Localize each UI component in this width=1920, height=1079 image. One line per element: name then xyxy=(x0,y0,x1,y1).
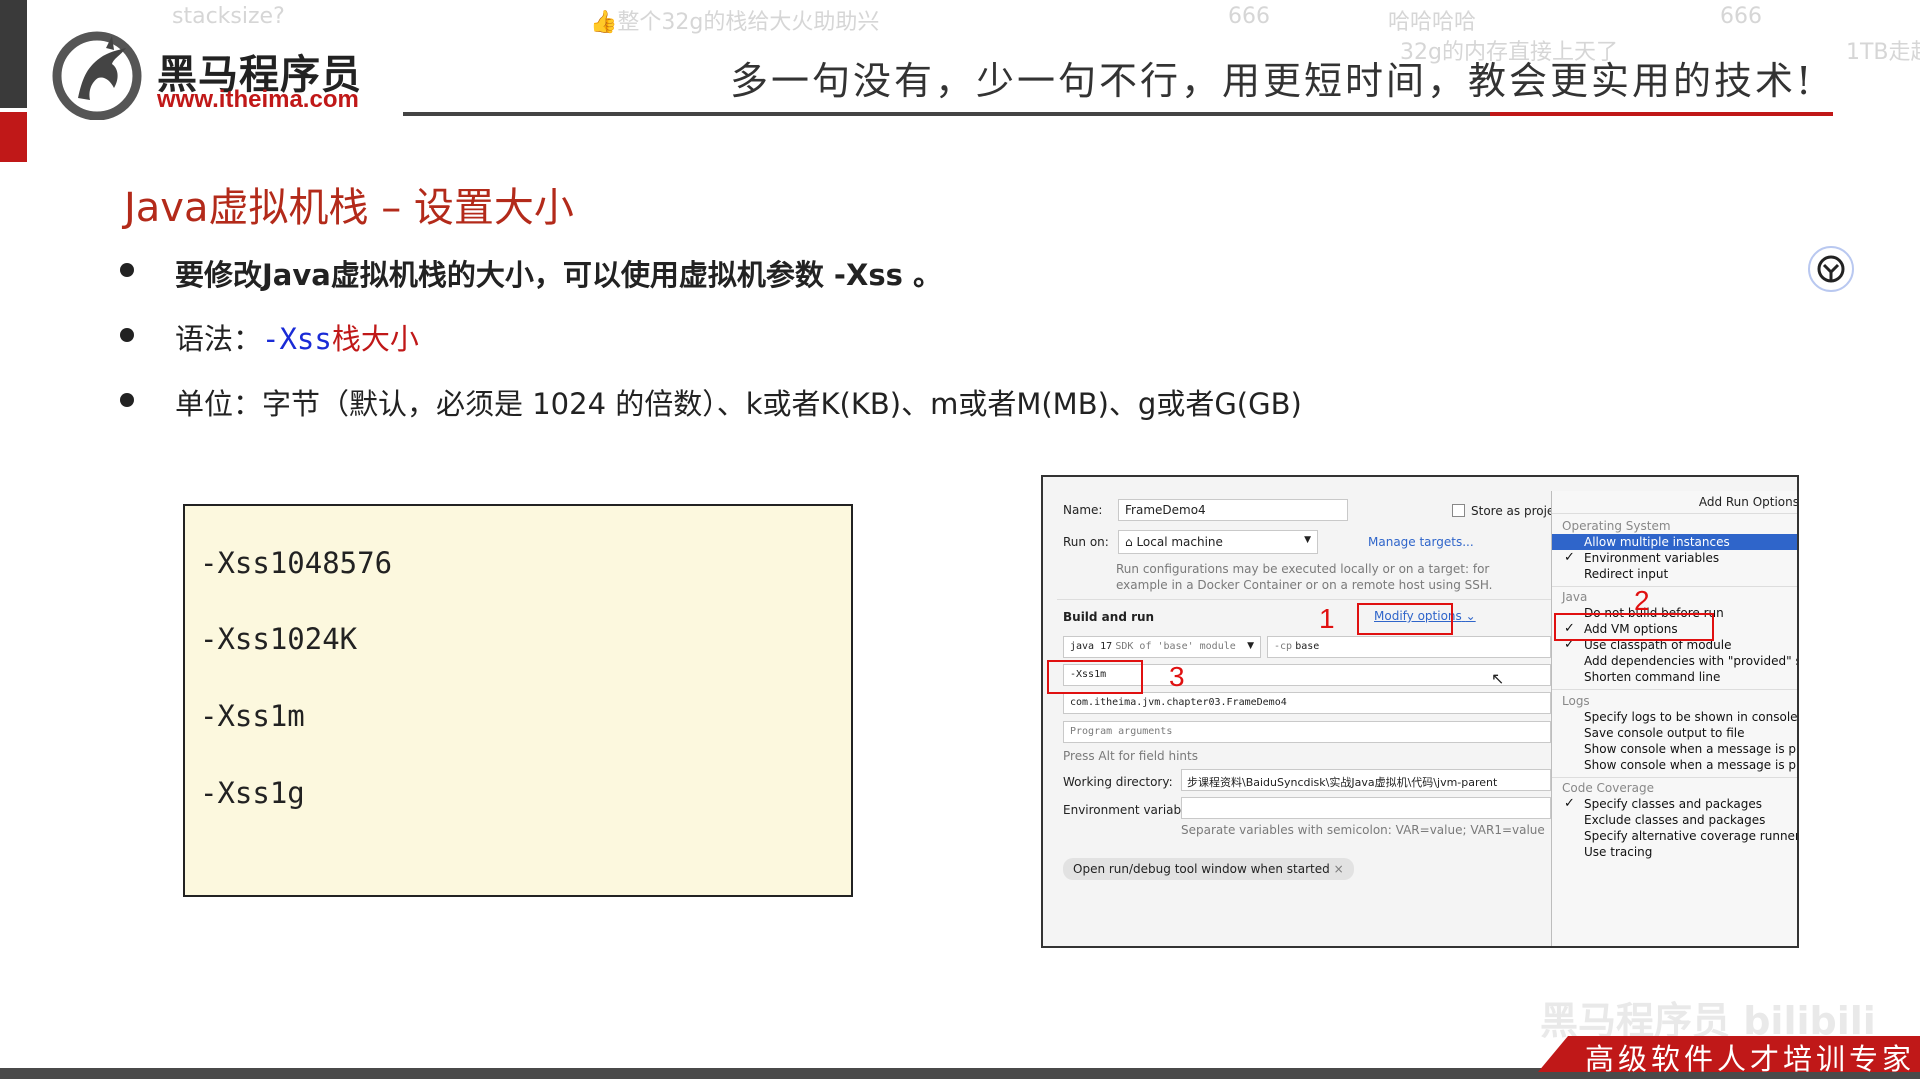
bullet-dot xyxy=(120,328,134,342)
open-tool-window-chip[interactable]: Open run/debug tool window when started … xyxy=(1063,858,1354,880)
menu-item-use-tracing[interactable]: Use tracing xyxy=(1584,845,1652,859)
jdk-dropdown[interactable]: java 17 SDK of 'base' module ▼ xyxy=(1063,636,1261,658)
chevron-down-icon: ▼ xyxy=(1247,641,1254,651)
menu-item-coverage-runner[interactable]: Specify alternative coverage runner xyxy=(1584,829,1797,843)
code-line: -Xss1024K xyxy=(200,622,358,656)
menu-item-show-console[interactable]: Show console when a message is prin xyxy=(1584,758,1797,772)
code-line: -Xss1m xyxy=(200,699,305,733)
working-dir-label: Working directory: xyxy=(1063,775,1173,789)
code-example-box: -Xss1048576 -Xss1024K -Xss1m -Xss1g xyxy=(183,504,853,897)
build-run-label: Build and run xyxy=(1063,610,1155,624)
danmaku-comment: stacksize? xyxy=(172,4,285,29)
close-icon: × xyxy=(1333,862,1344,876)
danmaku-comment: 👍整个32g的栈给大火助助兴 xyxy=(590,10,880,35)
menu-separator xyxy=(1552,513,1797,514)
env-hint: Separate variables with semicolon: VAR=v… xyxy=(1181,823,1545,837)
code-line: -Xss1g xyxy=(200,776,305,810)
manage-targets-link[interactable]: Manage targets... xyxy=(1368,535,1474,549)
menu-separator xyxy=(1552,586,1797,587)
store-checkbox[interactable] xyxy=(1452,504,1465,517)
annotation-number: 1 xyxy=(1319,603,1335,634)
name-input[interactable]: FrameDemo4 xyxy=(1118,499,1348,521)
chevron-down-icon: ▼ xyxy=(1304,535,1311,545)
bullet-dot xyxy=(120,393,134,407)
left-red-bar xyxy=(0,112,27,162)
annotation-number: 3 xyxy=(1169,661,1185,692)
menu-item-specify-logs[interactable]: Specify logs to be shown in console xyxy=(1584,710,1797,724)
menu-item-allow-multiple[interactable]: Allow multiple instances xyxy=(1584,535,1730,549)
annotation-box-modify xyxy=(1357,603,1453,635)
store-label: Store as proje xyxy=(1471,504,1555,518)
program-args-input[interactable]: Program arguments xyxy=(1063,721,1551,743)
bullet-text: 要修改Java虚拟机栈的大小，可以使用虚拟机参数 -Xss 。 xyxy=(175,258,942,292)
menu-separator xyxy=(1552,689,1797,690)
danmaku-comment: 666 xyxy=(1720,4,1762,29)
header-divider-accent xyxy=(1490,112,1833,116)
menu-section-header: Java xyxy=(1562,590,1588,604)
run-config-dialog: Name: FrameDemo4 Store as proje Run on: … xyxy=(1041,475,1799,948)
chevron-down-icon: ⌄ xyxy=(1465,609,1476,623)
menu-item-save-console[interactable]: Save console output to file xyxy=(1584,726,1744,740)
menu-item-env-vars[interactable]: Environment variables xyxy=(1584,551,1719,565)
check-icon: ✓ xyxy=(1564,796,1575,811)
divider xyxy=(1057,599,1551,600)
slide-title: Java虚拟机栈 – 设置大小 xyxy=(124,185,574,231)
run-on-dropdown[interactable]: ⌂ Local machine ▼ xyxy=(1118,530,1318,554)
annotation-box-add-vm xyxy=(1554,613,1714,641)
slogan: 多一句没有，少一句不行，用更短时间，教会更实用的技术! xyxy=(730,59,1815,103)
field-hints: Press Alt for field hints xyxy=(1063,749,1198,763)
classpath-dropdown[interactable]: -cp base xyxy=(1267,636,1551,658)
assistant-icon xyxy=(1817,255,1845,283)
cursor-icon: ↖ xyxy=(1491,669,1505,688)
add-run-options-menu: Add Run Options Operating System Allow m… xyxy=(1551,491,1799,946)
horse-logo-icon xyxy=(52,31,142,120)
menu-item-add-deps[interactable]: Add dependencies with "provided" sc xyxy=(1584,654,1797,668)
danmaku-comment: 666 xyxy=(1228,4,1270,29)
annotation-box-vm-options xyxy=(1047,660,1143,694)
code-line: -Xss1048576 xyxy=(200,546,393,580)
footer-tagline: 高级软件人才培训专家 xyxy=(1585,1042,1916,1076)
main-class-input[interactable]: com.itheima.jvm.chapter03.FrameDemo4 xyxy=(1063,692,1551,714)
run-on-label: Run on: xyxy=(1063,535,1109,549)
danmaku-comment: 哈哈哈哈 xyxy=(1388,10,1477,35)
working-dir-input[interactable]: 步课程资料\BaiduSyncdisk\实战Java虚拟机\代码\jvm-par… xyxy=(1181,769,1551,791)
env-input[interactable] xyxy=(1181,797,1551,819)
menu-item-specify-classes[interactable]: Specify classes and packages xyxy=(1584,797,1762,811)
syntax-code: -Xss xyxy=(262,322,332,356)
menu-section-header: Logs xyxy=(1562,694,1590,708)
menu-section-header: Code Coverage xyxy=(1562,781,1655,795)
danmaku-comment: 32g的内存直接上天了 xyxy=(1400,40,1618,65)
logo-url: www.itheima.com xyxy=(157,86,359,113)
menu-item-exclude-classes[interactable]: Exclude classes and packages xyxy=(1584,813,1765,827)
bullet-text: 单位：字节（默认，必须是 1024 的倍数）、k或者K(KB)、m或者M(MB)… xyxy=(175,387,1302,421)
menu-item-shorten-cmd[interactable]: Shorten command line xyxy=(1584,670,1720,684)
danmaku-comment: 1TB走起 xyxy=(1846,40,1920,65)
left-dark-bar xyxy=(0,0,27,108)
bullet-text: 语法：-Xss栈大小 xyxy=(175,322,419,356)
menu-separator xyxy=(1552,777,1797,778)
thumbs-up-icon: 👍 xyxy=(590,10,618,35)
menu-title: Add Run Options xyxy=(1698,495,1799,509)
check-icon: ✓ xyxy=(1564,550,1575,565)
menu-item-redirect-input[interactable]: Redirect input xyxy=(1584,567,1668,581)
run-hint: example in a Docker Container or on a re… xyxy=(1116,578,1493,592)
assistant-button[interactable] xyxy=(1808,246,1854,292)
run-hint: Run configurations may be executed local… xyxy=(1116,562,1490,576)
menu-section-header: Operating System xyxy=(1562,519,1671,533)
home-icon: ⌂ xyxy=(1125,535,1137,549)
bullet-dot xyxy=(120,263,134,277)
menu-item-show-console[interactable]: Show console when a message is prin xyxy=(1584,742,1797,756)
name-label: Name: xyxy=(1063,503,1103,517)
annotation-number: 2 xyxy=(1634,585,1650,616)
